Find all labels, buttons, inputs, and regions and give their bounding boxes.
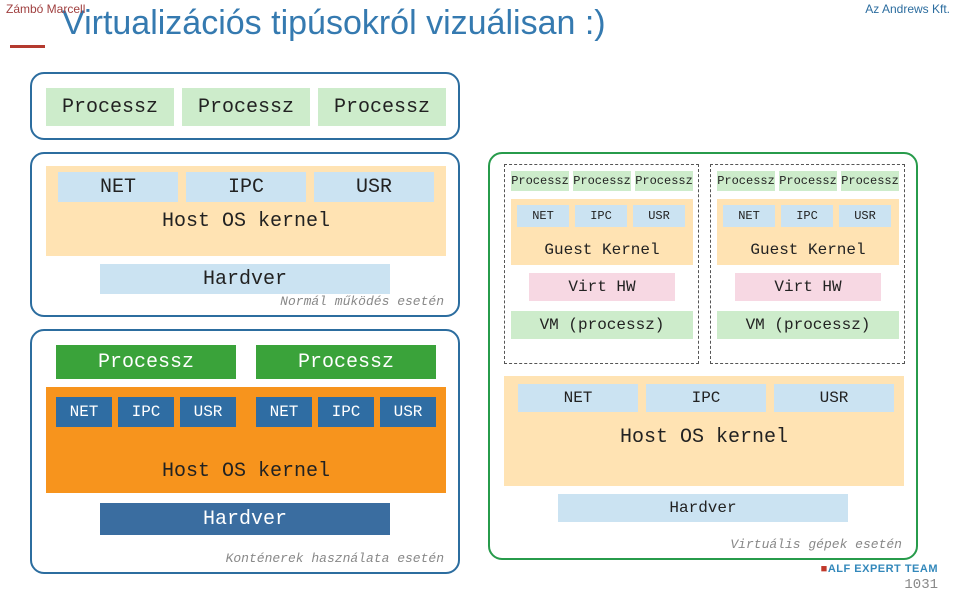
caption-normal: Normál működés esetén [280,294,444,309]
kernel-label: Host OS kernel [162,210,330,233]
usr-box: USR [314,172,434,202]
company-label: Az Andrews Kft. [865,2,950,16]
page-number: 1031 [904,577,938,593]
process-box: Processz [635,171,693,191]
ipc-box: IPC [318,397,374,427]
ipc-box: IPC [575,205,627,227]
panel-normal-mode: Host OS kernel NET IPC USR Hardver Normá… [30,152,460,317]
ipc-box: IPC [646,384,766,412]
process-box: Processz [717,171,775,191]
caption-vms: Virtuális gépek esetén [730,537,902,552]
guest-kernel-label: Guest Kernel [750,241,865,259]
kernel-label: Host OS kernel [162,460,330,483]
process-box: Processz [841,171,899,191]
process-box: Processz [779,171,837,191]
net-box: NET [518,384,638,412]
diagram-stage: Processz Processz Processz Host OS kerne… [30,72,930,583]
vm-block: Processz Processz Processz Guest Kernel … [710,164,905,364]
ipc-box: IPC [186,172,306,202]
usr-box: USR [633,205,685,227]
ipc-box: IPC [118,397,174,427]
usr-box: USR [380,397,436,427]
process-box: Processz [511,171,569,191]
net-box: NET [256,397,312,427]
page-title: Virtualizációs tipúsokról vizuálisan :) [62,4,950,43]
kernel-label: Host OS kernel [620,426,788,449]
panel-vms: Processz Processz Processz Guest Kernel … [488,152,918,560]
footer-logo: ■ALF EXPERT TEAM [821,563,938,575]
vm-block: Processz Processz Processz Guest Kernel … [504,164,699,364]
usr-box: USR [774,384,894,412]
vm-process-box: VM (processz) [717,311,899,339]
net-box: NET [723,205,775,227]
process-box: Processz [56,345,236,379]
usr-box: USR [839,205,891,227]
usr-box: USR [180,397,236,427]
hardware-box: Hardver [100,503,390,535]
panel-containers: Processz Processz Host OS kernel NET IPC… [30,329,460,574]
net-box: NET [56,397,112,427]
process-box: Processz [256,345,436,379]
hardware-box: Hardver [100,264,390,294]
title-rule [10,45,45,48]
process-box: Processz [46,88,174,126]
hardware-box: Hardver [558,494,848,522]
net-box: NET [517,205,569,227]
process-box: Processz [318,88,446,126]
guest-kernel-label: Guest Kernel [544,241,659,259]
hardware-label: Hardver [203,508,287,531]
author-label: Zámbó Marcell [6,2,85,16]
process-box: Processz [182,88,310,126]
vm-process-box: VM (processz) [511,311,693,339]
virt-hw-box: Virt HW [529,273,675,301]
virt-hw-box: Virt HW [735,273,881,301]
caption-containers: Konténerek használata esetén [226,551,444,566]
ipc-box: IPC [781,205,833,227]
panel-processes-top: Processz Processz Processz [30,72,460,140]
net-box: NET [58,172,178,202]
process-box: Processz [573,171,631,191]
